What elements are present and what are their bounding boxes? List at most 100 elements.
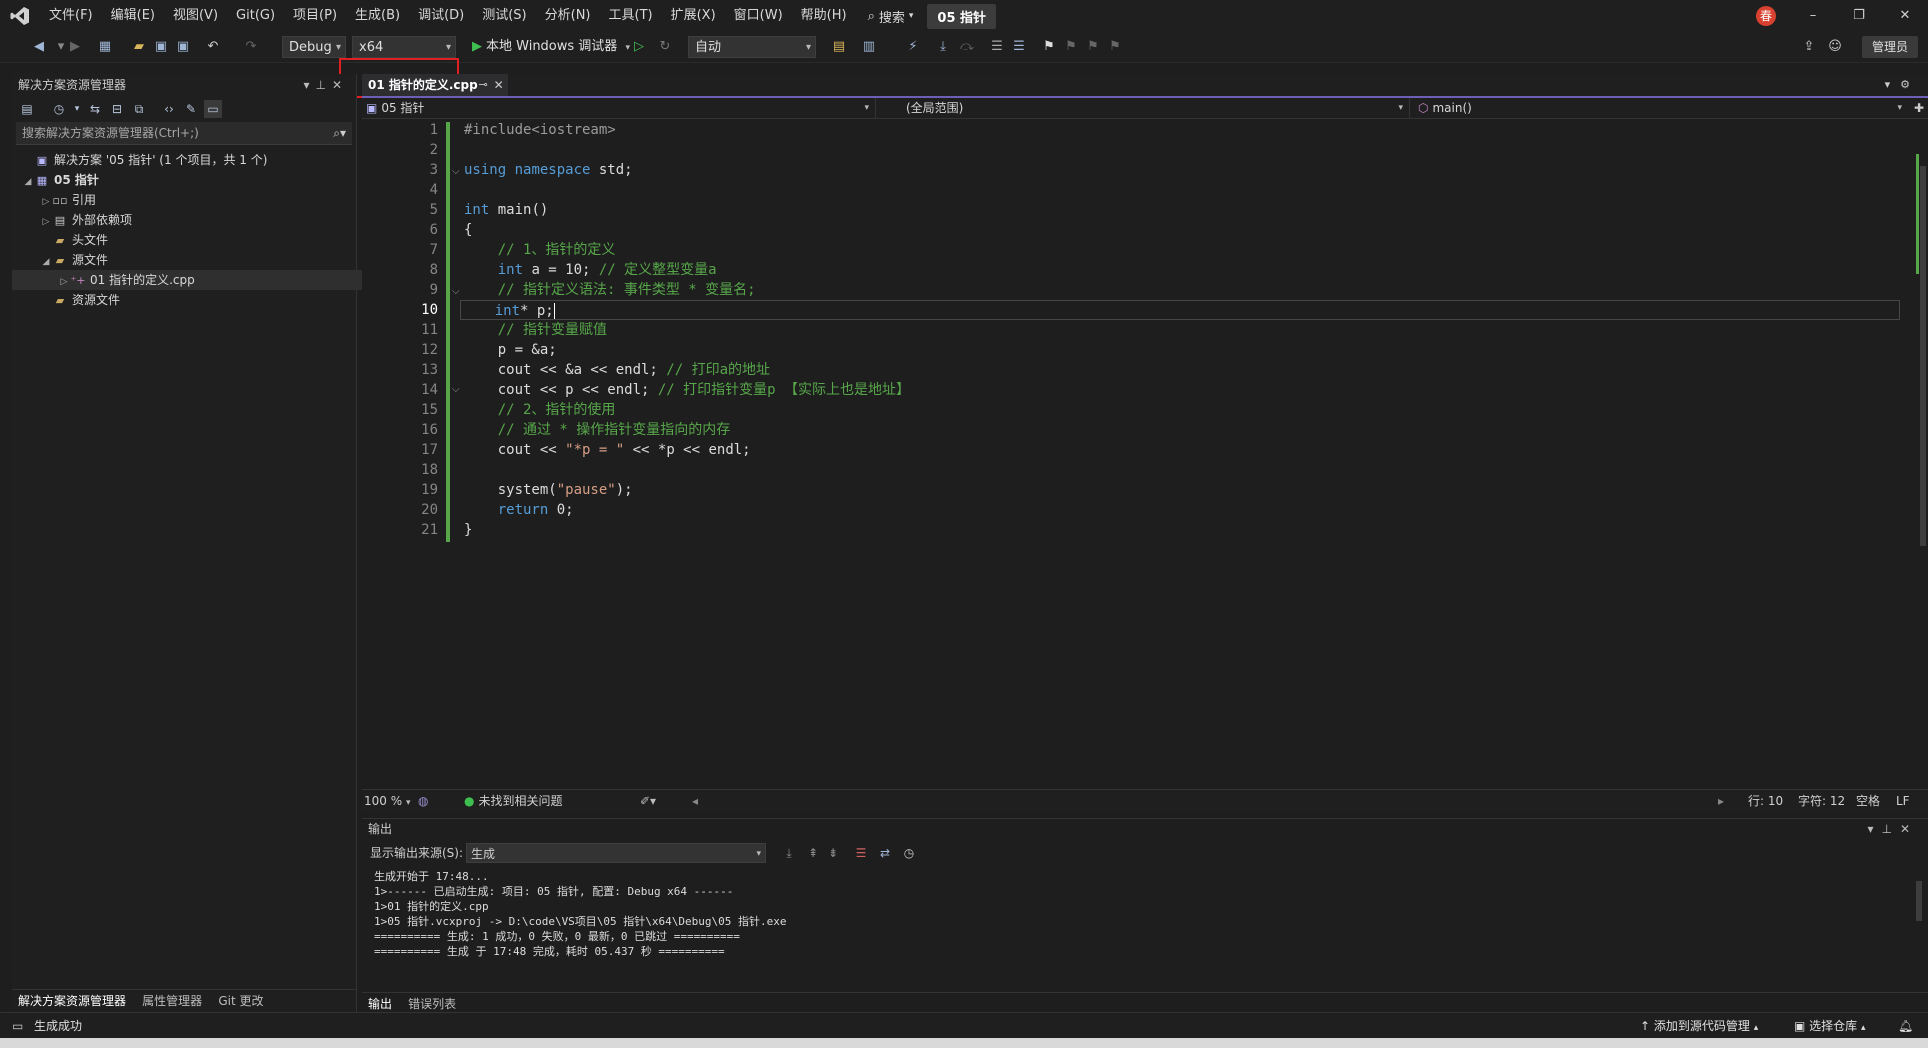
next-message-icon[interactable]: ⇟ — [824, 844, 842, 862]
bookmark-icon[interactable]: ⚑ — [1040, 38, 1058, 56]
code-line[interactable]: // 2、指针的使用 — [464, 400, 1904, 420]
code-line[interactable] — [464, 140, 1904, 160]
tree-item-solution[interactable]: ▣ 解决方案 '05 指针' (1 个项目，共 1 个) — [12, 150, 366, 170]
save-icon[interactable]: ▣ — [152, 38, 170, 56]
diagnostics-icon[interactable]: ⚡ — [904, 38, 922, 56]
notifications-icon[interactable]: 🔔︎ — [1898, 1013, 1913, 1039]
start-without-debugging-icon[interactable]: ▷ — [630, 38, 648, 56]
bookmark-next-icon[interactable]: ⚑ — [1084, 38, 1102, 56]
start-debugging-button[interactable]: ▶ 本地 Windows 调试器 ▾ — [472, 36, 630, 58]
bookmark-prev-icon[interactable]: ⚑ — [1062, 38, 1080, 56]
code-line[interactable]: { — [464, 220, 1904, 240]
bookmark-clear-icon[interactable]: ⚑ — [1106, 38, 1124, 56]
properties-icon[interactable]: ✎ — [182, 100, 200, 118]
code-line[interactable]: // 指针变量赋值 — [464, 320, 1904, 340]
tree-item-references[interactable]: ▷ ▫▫ 引用 — [12, 190, 384, 210]
show-all-files-icon[interactable]: ⧉ — [130, 100, 148, 118]
tree-twisty[interactable]: ▷ — [40, 192, 52, 212]
pin-icon[interactable]: ⊸ — [479, 74, 488, 96]
navigate-forward-icon[interactable]: ▶ — [66, 38, 84, 56]
code-line[interactable]: // 1、指针的定义 — [464, 240, 1904, 260]
chevron-down-icon[interactable]: ▾ — [1867, 822, 1881, 836]
code-line[interactable]: return 0; — [464, 500, 1904, 520]
restore-button[interactable]: ❐ — [1836, 0, 1882, 32]
code-line[interactable]: // 指针定义语法: 事件类型 * 变量名; — [464, 280, 1904, 300]
chevron-down-icon[interactable]: ▾ — [303, 78, 315, 92]
line-indicator[interactable]: 行: 10 — [1748, 790, 1783, 812]
vertical-scrollbar[interactable] — [1912, 120, 1928, 786]
tree-twisty[interactable]: ◢ — [40, 252, 52, 272]
global-scope-select[interactable]: (全局范围) ▾ — [892, 98, 1410, 118]
redo-icon[interactable]: ↷ — [242, 38, 260, 56]
preview-icon[interactable]: ▭ — [204, 100, 222, 118]
fold-marker-icon[interactable]: ⌵ — [452, 286, 460, 297]
tree-twisty[interactable]: ▷ — [40, 212, 52, 232]
menu-extensions[interactable]: 扩展(X) — [662, 0, 725, 32]
code-line[interactable]: #include<iostream> — [464, 120, 1904, 140]
new-project-icon[interactable]: ▦ — [96, 38, 114, 56]
menu-view[interactable]: 视图(V) — [164, 0, 227, 32]
code-line[interactable] — [464, 180, 1904, 200]
menu-window[interactable]: 窗口(W) — [725, 0, 792, 32]
platform-select[interactable]: x64 ▾ — [352, 36, 456, 58]
pin-icon[interactable]: ⊥ — [315, 78, 331, 92]
hot-reload-icon[interactable]: ↻ — [656, 38, 674, 56]
menu-tools[interactable]: 工具(T) — [600, 0, 662, 32]
output-window-icon[interactable]: ▭ — [12, 1013, 23, 1039]
close-icon[interactable]: ✕ — [494, 74, 504, 96]
live-share-icon[interactable]: ⇪ — [1800, 38, 1818, 56]
minimize-button[interactable]: – — [1790, 0, 1836, 32]
code-line[interactable]: cout << &a << endl; // 打印a的地址 — [464, 360, 1904, 380]
close-icon[interactable]: ✕ — [1900, 822, 1918, 836]
split-icon[interactable]: ✚ — [1914, 98, 1924, 118]
code-line[interactable]: cout << "*p = " << *p << endl; — [464, 440, 1904, 460]
eol-indicator[interactable]: LF — [1896, 790, 1910, 812]
fold-marker-icon[interactable]: ⌵ — [452, 166, 460, 177]
configuration-select[interactable]: Debug ▾ — [282, 36, 346, 58]
navigate-back-icon[interactable]: ◀ — [30, 38, 48, 56]
tree-item-project[interactable]: ◢ ▦ 05 指针 — [12, 170, 366, 190]
tree-twisty[interactable]: ▷ — [58, 272, 70, 292]
zoom-select[interactable]: 100 % ▾ — [364, 790, 410, 812]
code-line[interactable]: cout << p << endl; // 打印指针变量p 【实际上也是地址】 — [464, 380, 1904, 400]
layout-icon[interactable]: ▥ — [860, 38, 878, 56]
scroll-right-icon[interactable]: ▸ — [1718, 790, 1724, 812]
tree-item-cpp-file[interactable]: ▷ ⁺+ 01 指针的定义.cpp — [12, 270, 402, 290]
project-scope-select[interactable]: ▣ 05 指针 ▾ — [362, 98, 876, 118]
code-line[interactable]: int main() — [464, 200, 1904, 220]
menu-test[interactable]: 测试(S) — [473, 0, 535, 32]
code-line[interactable]: p = &a; — [464, 340, 1904, 360]
tree-item-source-files[interactable]: ◢ ▰ 源文件 — [12, 250, 384, 270]
member-select[interactable]: ⬡ main() ▾ — [1414, 98, 1908, 118]
output-source-select[interactable]: 生成 ▾ — [466, 843, 766, 863]
output-scrollbar[interactable] — [1912, 869, 1926, 969]
clear-all-icon[interactable]: ☰ — [852, 844, 870, 862]
menu-project[interactable]: 项目(P) — [284, 0, 346, 32]
code-line[interactable]: using namespace std; — [464, 160, 1904, 180]
code-line[interactable]: // 通过 * 操作指针变量指向的内存 — [464, 420, 1904, 440]
code-line[interactable]: system("pause"); — [464, 480, 1904, 500]
tree-item-header-files[interactable]: ▰ 头文件 — [12, 230, 384, 250]
close-icon[interactable]: ✕ — [332, 78, 348, 92]
save-all-icon[interactable]: ▣ — [174, 38, 192, 56]
code-line[interactable]: } — [464, 520, 1904, 540]
code-area[interactable]: #include<iostream> using namespace std; in… — [460, 120, 1904, 720]
feedback-icon[interactable]: ☺ — [1826, 38, 1844, 56]
sync-icon[interactable]: ⇆ — [86, 100, 104, 118]
pin-icon[interactable]: ⊥ — [1881, 822, 1899, 836]
scrollbar-thumb[interactable] — [1916, 881, 1922, 921]
fold-marker-icon[interactable]: ⌵ — [452, 384, 460, 395]
admin-badge[interactable]: 管理员 — [1862, 36, 1918, 58]
select-repository-button[interactable]: ▣ 选择仓库 ▴ — [1794, 1013, 1866, 1039]
code-line[interactable]: int a = 10; // 定义整型变量a — [464, 260, 1904, 280]
debug-target-select[interactable]: 自动 ▾ — [688, 36, 816, 58]
view-code-icon[interactable]: ‹› — [160, 100, 178, 118]
output-text[interactable]: 生成开始于 17:48... 1>------ 已启动生成: 项目: 05 指针… — [374, 869, 1894, 979]
menu-help[interactable]: 帮助(H) — [792, 0, 856, 32]
menu-git[interactable]: Git(G) — [227, 0, 284, 32]
tab-property-manager[interactable]: 属性管理器 — [136, 990, 208, 1012]
code-line[interactable]: int* p; — [460, 300, 1900, 320]
solution-search-input[interactable]: 搜索解决方案资源管理器(Ctrl+;) ⌕▾ — [16, 122, 352, 145]
tree-twisty[interactable]: ◢ — [22, 172, 34, 192]
menu-debug[interactable]: 调试(D) — [409, 0, 473, 32]
